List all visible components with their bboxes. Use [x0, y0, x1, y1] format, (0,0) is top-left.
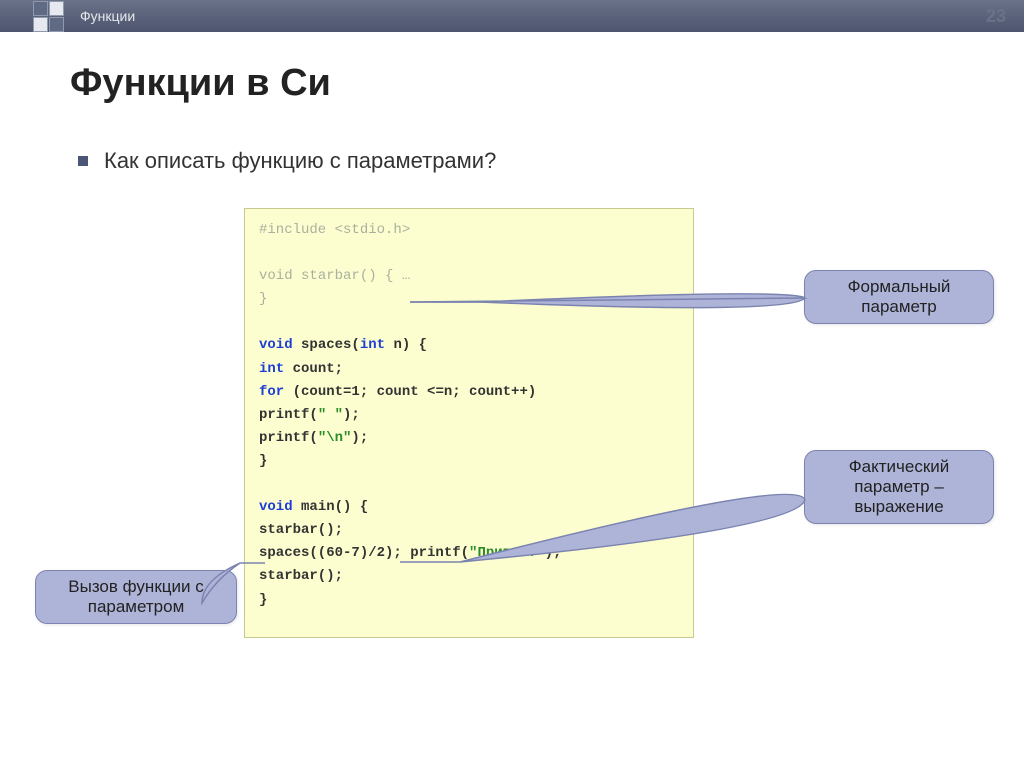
- header-bar: Функции: [0, 0, 1024, 32]
- bullet-icon: [78, 156, 88, 166]
- header-label: Функции: [80, 8, 135, 24]
- page-number: 23: [986, 6, 1006, 27]
- slide-icon: [32, 0, 64, 32]
- slide-title: Функции в Си: [70, 62, 331, 105]
- callout-function-call: Вызов функции с параметром: [35, 570, 237, 624]
- callout-formal-param: Формальный параметр: [804, 270, 994, 324]
- bullet-text: Как описать функцию с параметрами?: [104, 148, 496, 174]
- callout-actual-param: Фактический параметр – выражение: [804, 450, 994, 524]
- bullet-item: Как описать функцию с параметрами?: [78, 148, 496, 174]
- code-block: #include <stdio.h> void starbar() { … } …: [244, 208, 694, 638]
